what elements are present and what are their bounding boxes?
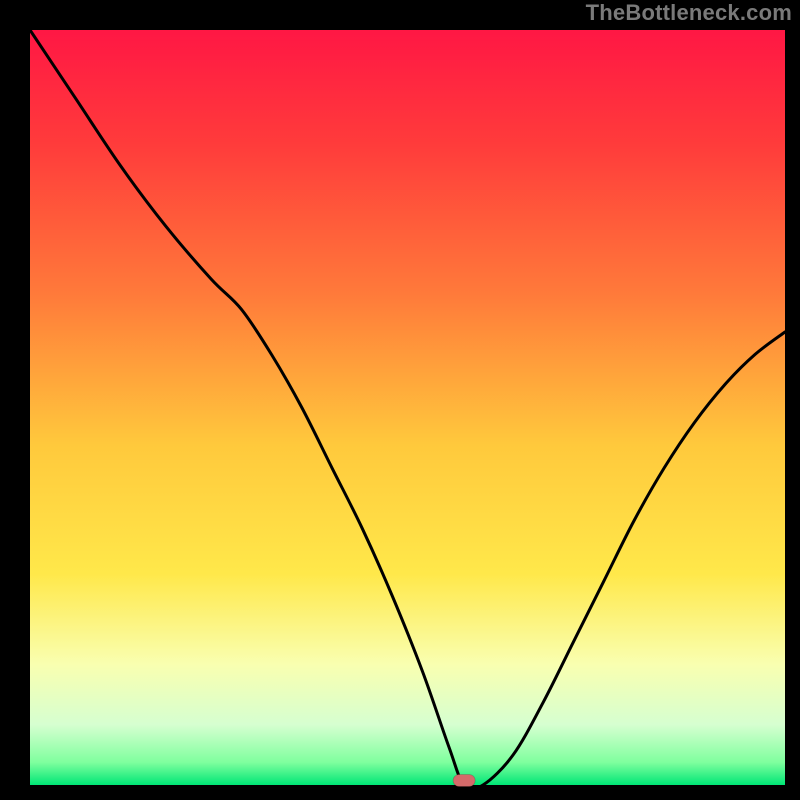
chart-svg [0, 0, 800, 800]
minimum-marker [453, 774, 475, 786]
bottleneck-chart: TheBottleneck.com [0, 0, 800, 800]
plot-background [30, 30, 785, 785]
attribution-text: TheBottleneck.com [586, 0, 792, 26]
